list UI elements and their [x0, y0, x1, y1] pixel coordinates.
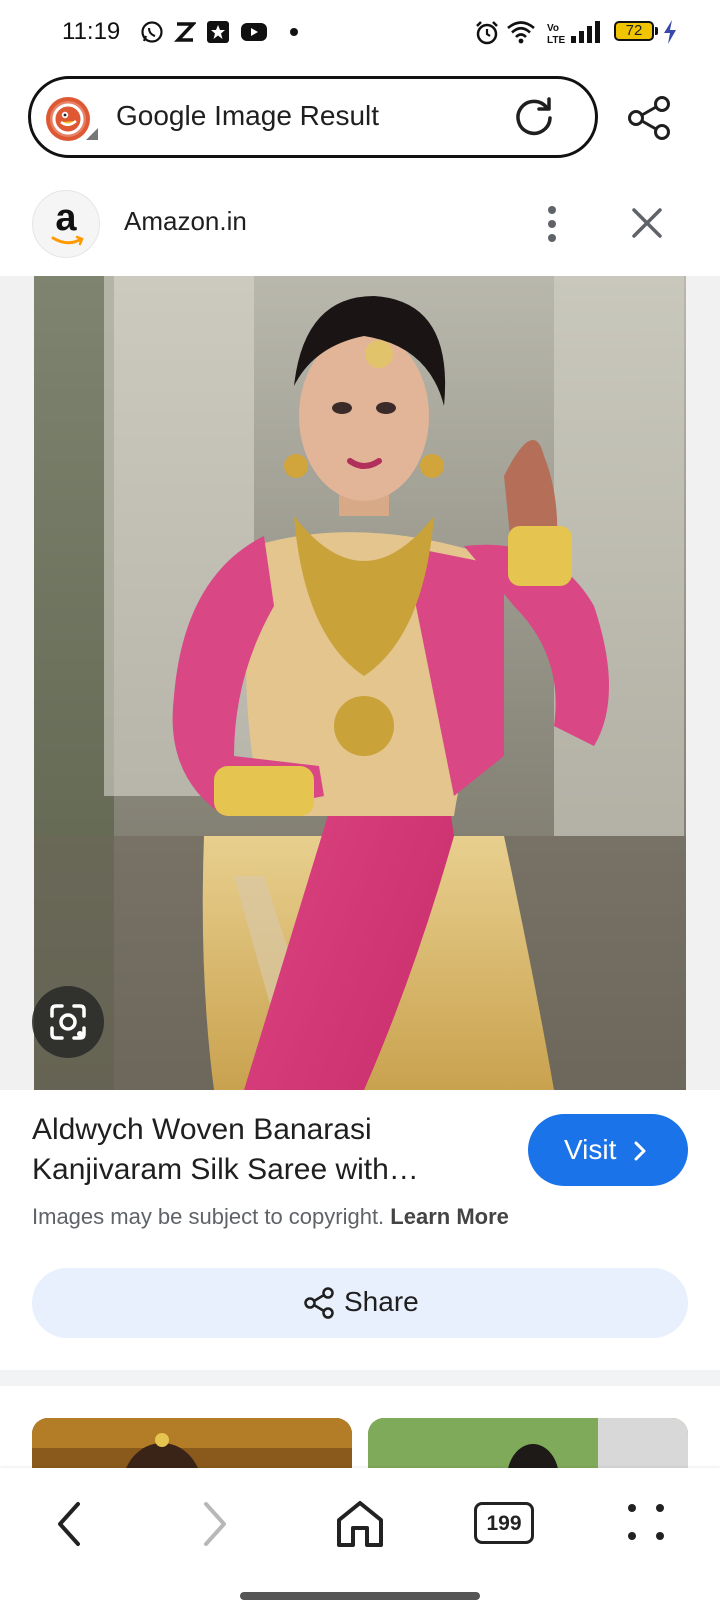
tab-count: 199	[486, 1512, 522, 1535]
share-button[interactable]: Share	[32, 1268, 688, 1338]
page-title[interactable]: Google Image Result	[116, 100, 379, 132]
lens-search-button[interactable]	[32, 986, 104, 1058]
duckduckgo-logo-icon[interactable]	[46, 97, 90, 141]
signal-icon	[571, 21, 600, 43]
amazon-logo: a	[32, 190, 100, 258]
home-icon[interactable]	[334, 1498, 386, 1550]
battery-tip	[655, 27, 658, 35]
alarm-icon	[476, 21, 498, 45]
wifi-icon	[507, 21, 535, 44]
charging-icon	[664, 20, 676, 44]
chevron-right-icon	[634, 1141, 646, 1161]
visit-button[interactable]: Visit	[528, 1114, 688, 1186]
section-divider	[0, 1370, 720, 1386]
battery-icon: 72	[614, 21, 654, 41]
copyright-notice: Images may be subject to copyright. Lear…	[32, 1204, 509, 1230]
volte-icon: Vo LTE	[547, 23, 565, 46]
clock: 11:19	[62, 18, 121, 45]
visit-label: Visit	[564, 1134, 617, 1165]
svg-text:Vo: Vo	[547, 23, 559, 34]
more-options-icon[interactable]	[544, 204, 560, 244]
menu-grid-icon[interactable]	[624, 1500, 668, 1544]
forward-icon[interactable]	[200, 1500, 230, 1548]
copyright-text: Images may be subject to copyright.	[32, 1204, 385, 1229]
result-title: Aldwych Woven Banarasi Kanjivaram Silk S…	[32, 1113, 419, 1186]
status-bar: 11:19 Vo LTE 72	[0, 0, 720, 64]
close-icon[interactable]	[630, 206, 664, 240]
star-app-icon	[207, 21, 229, 43]
svg-text:LTE: LTE	[547, 35, 565, 46]
battery-level: 72	[625, 22, 643, 39]
dot-icon	[290, 28, 298, 36]
tab-switcher-button[interactable]: 199	[474, 1502, 534, 1544]
back-icon[interactable]	[54, 1500, 84, 1548]
reload-icon[interactable]	[512, 94, 556, 138]
whatsapp-icon	[141, 21, 163, 43]
share-label: Share	[344, 1286, 419, 1317]
share-icon[interactable]	[626, 94, 674, 142]
amazon-logo-letter: a	[55, 197, 77, 239]
source-site-name[interactable]: Amazon.in	[124, 206, 247, 237]
z-app-icon	[174, 22, 196, 42]
site-info-indicator-icon	[86, 128, 98, 140]
result-image[interactable]	[34, 276, 686, 1090]
youtube-icon	[241, 23, 267, 41]
share-icon	[304, 1287, 334, 1319]
amazon-smile-icon	[51, 235, 84, 246]
lens-icon	[50, 1004, 86, 1040]
gesture-home-indicator[interactable]	[240, 1592, 480, 1600]
learn-more-link[interactable]: Learn More	[390, 1204, 509, 1229]
